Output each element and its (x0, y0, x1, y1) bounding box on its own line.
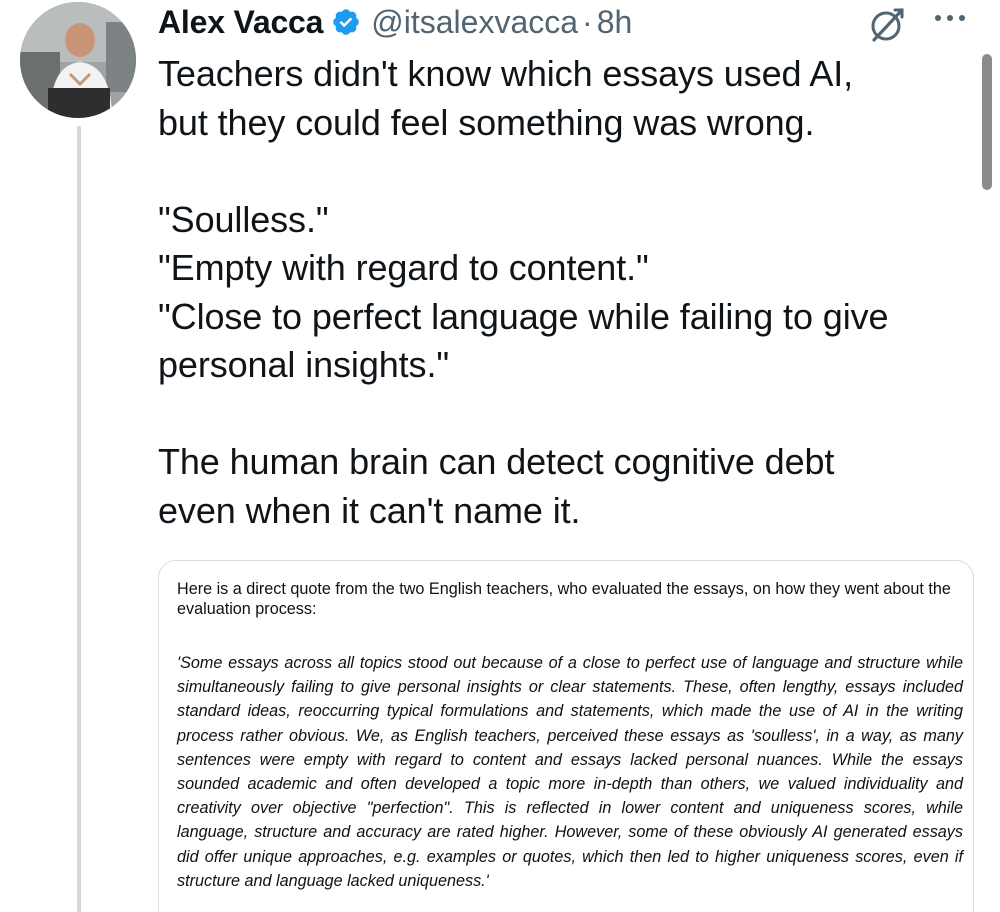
timestamp[interactable]: 8h (597, 4, 633, 41)
image-quote-text: 'Some essays across all topics stood out… (177, 654, 963, 890)
grok-icon[interactable] (868, 6, 906, 44)
user-handle[interactable]: @itsalexvacca (371, 4, 578, 41)
avatar[interactable] (20, 2, 136, 118)
verified-badge-icon (331, 7, 361, 37)
display-name[interactable]: Alex Vacca (158, 4, 323, 41)
tweet-header: Alex Vacca @itsalexvacca · 8h (158, 0, 632, 44)
tweet-text: Teachers didn't know which essays used A… (158, 53, 889, 531)
more-options-icon[interactable] (928, 6, 972, 30)
scrollbar[interactable] (982, 54, 992, 190)
thread-line (77, 126, 81, 912)
separator-dot: · (582, 3, 593, 40)
image-intro-text: Here is a direct quote from the two Engl… (177, 580, 951, 618)
avatar-photo (20, 2, 136, 118)
tweet-view: Alex Vacca @itsalexvacca · 8h Teachers d… (0, 0, 1000, 912)
attached-image-card[interactable]: Here is a direct quote from the two Engl… (158, 560, 974, 912)
